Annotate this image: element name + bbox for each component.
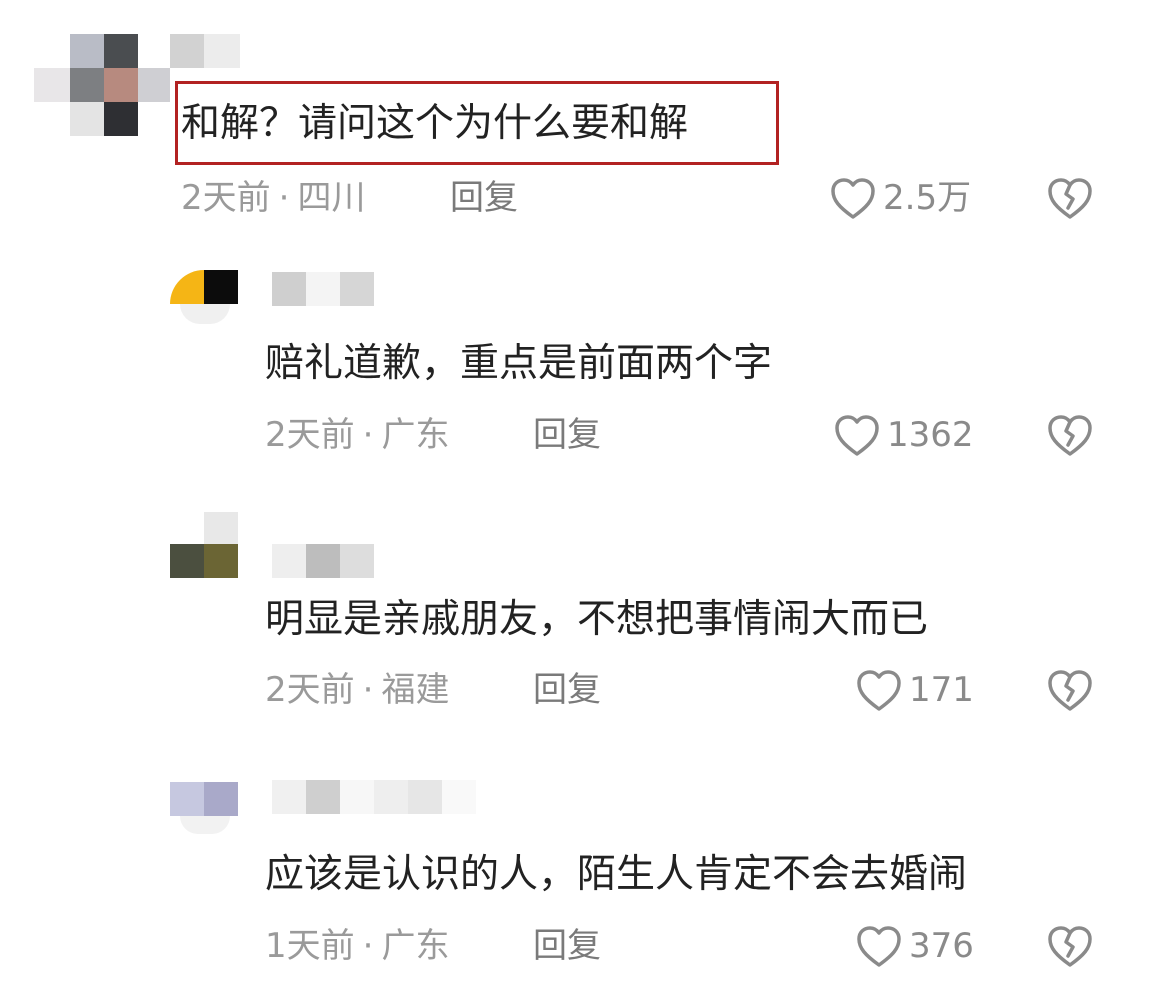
- comment-meta: 2天前 · 广东: [265, 415, 449, 455]
- like-count: 171: [909, 670, 974, 710]
- comment-text: 赔礼道歉，重点是前面两个字: [265, 341, 773, 386]
- reply-button[interactable]: 回复: [533, 670, 601, 710]
- heart-outline-icon: [833, 413, 881, 457]
- comment-location: 福建: [381, 670, 450, 710]
- username-blurred[interactable]: [272, 272, 374, 306]
- broken-heart-icon: [1046, 924, 1094, 968]
- broken-heart-icon: [1046, 176, 1094, 220]
- comment-location: 广东: [381, 415, 450, 455]
- comment-text: 明显是亲戚朋友，不想把事情闹大而已: [265, 597, 929, 642]
- meta-separator: ·: [362, 670, 374, 710]
- like-count: 1362: [887, 415, 974, 455]
- comment-text: 应该是认识的人，陌生人肯定不会去婚闹: [265, 852, 968, 897]
- heart-outline-icon: [855, 924, 903, 968]
- dislike-button[interactable]: [1046, 668, 1094, 712]
- reply-button[interactable]: 回复: [533, 926, 601, 966]
- comment-meta: 2天前 · 福建: [265, 670, 449, 710]
- comment-location: 四川: [297, 178, 366, 218]
- meta-separator: ·: [362, 415, 374, 455]
- like-button[interactable]: 376: [855, 924, 974, 968]
- avatar[interactable]: [170, 270, 238, 324]
- like-button[interactable]: 171: [855, 668, 974, 712]
- comment-text: 和解？请问这个为什么要和解: [181, 101, 689, 146]
- comment-time: 2天前: [265, 415, 355, 455]
- dislike-button[interactable]: [1046, 176, 1094, 220]
- username-blurred[interactable]: [272, 544, 374, 578]
- reply-button[interactable]: 回复: [450, 178, 518, 218]
- avatar[interactable]: [170, 782, 238, 834]
- comment-meta: 1天前 · 广东: [265, 926, 449, 966]
- comment-meta: 2天前 · 四川: [181, 178, 365, 218]
- meta-separator: ·: [362, 926, 374, 966]
- dislike-button[interactable]: [1046, 413, 1094, 457]
- username-blurred[interactable]: [272, 780, 476, 814]
- like-button[interactable]: 2.5万: [829, 176, 971, 220]
- broken-heart-icon: [1046, 668, 1094, 712]
- like-count: 2.5万: [883, 178, 972, 218]
- reply-button[interactable]: 回复: [533, 415, 601, 455]
- comment-time: 2天前: [181, 178, 271, 218]
- comment-time: 2天前: [265, 670, 355, 710]
- comment-time: 1天前: [265, 926, 355, 966]
- like-count: 376: [909, 926, 974, 966]
- dislike-button[interactable]: [1046, 924, 1094, 968]
- avatar[interactable]: [34, 34, 170, 136]
- heart-outline-icon: [855, 668, 903, 712]
- broken-heart-icon: [1046, 413, 1094, 457]
- like-button[interactable]: 1362: [833, 413, 974, 457]
- comment-location: 广东: [381, 926, 450, 966]
- username-blurred[interactable]: [170, 34, 240, 68]
- avatar[interactable]: [170, 512, 238, 578]
- meta-separator: ·: [278, 178, 290, 218]
- heart-outline-icon: [829, 176, 877, 220]
